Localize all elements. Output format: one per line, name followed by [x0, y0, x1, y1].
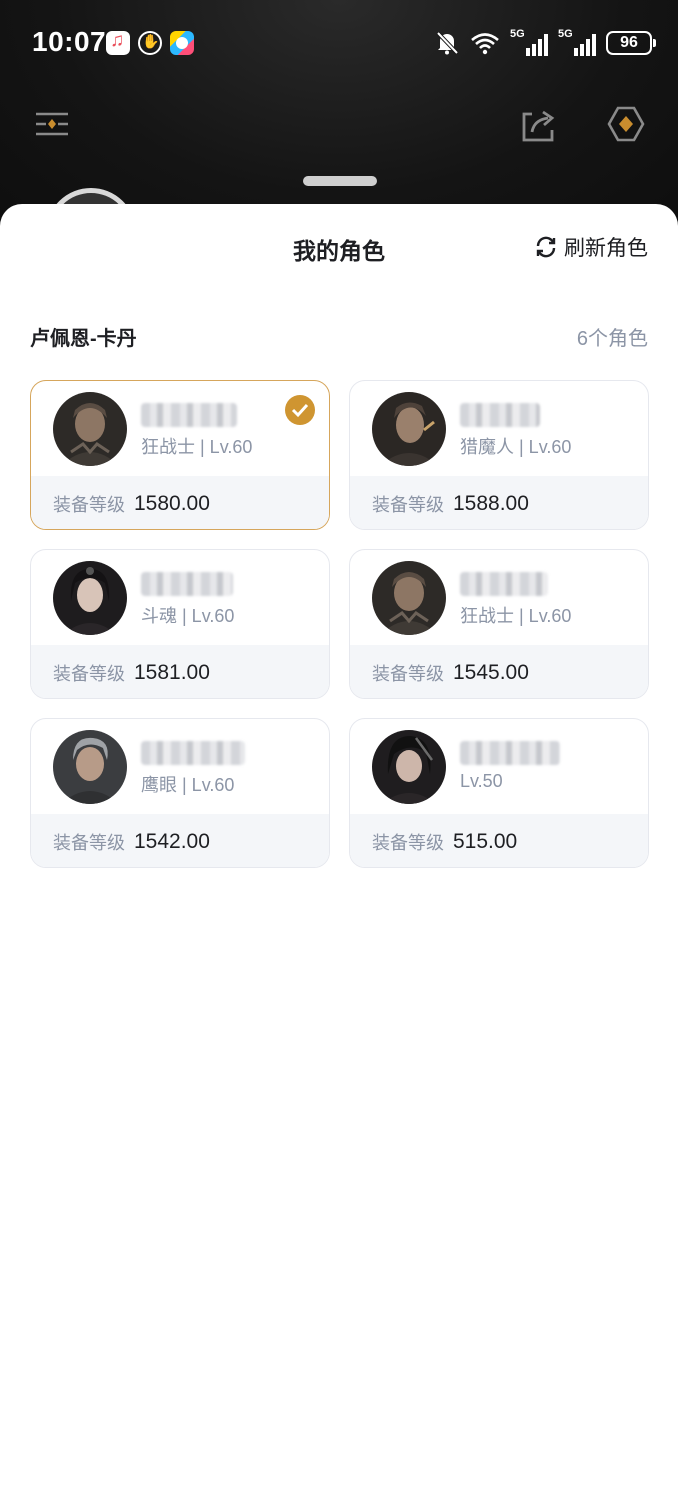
- app-header: 10:07 5G: [0, 0, 678, 278]
- character-grid: 狂战士 | Lv.60 装备等级 1580.00 猎魔人 | Lv.60 装备等…: [30, 380, 649, 868]
- server-name: 卢佩恩-卡丹: [30, 328, 137, 350]
- character-card[interactable]: Lv.50 装备等级 515.00: [349, 718, 649, 868]
- gear-score-label: 装备等级: [372, 663, 444, 684]
- character-count: 6个角色: [576, 328, 648, 350]
- gear-score-label: 装备等级: [53, 663, 125, 684]
- gear-score-label: 装备等级: [53, 494, 125, 515]
- gear-score-value: 1588.00: [453, 491, 529, 515]
- character-name-redacted: [460, 403, 540, 427]
- my-characters-sheet: 我的角色 刷新角色 卢佩恩-卡丹 6个角色 狂战士 | Lv.60 装备等级 1…: [0, 204, 678, 1500]
- character-avatar: [372, 730, 446, 804]
- sheet-drag-handle[interactable]: [303, 176, 377, 186]
- menu-icon[interactable]: [32, 104, 72, 144]
- status-time: 10:07: [32, 26, 107, 57]
- gear-score-label: 装备等级: [372, 832, 444, 853]
- character-card[interactable]: 猎魔人 | Lv.60 装备等级 1588.00: [349, 380, 649, 530]
- character-card[interactable]: 鹰眼 | Lv.60 装备等级 1542.00: [30, 718, 330, 868]
- character-class-level: 鹰眼 | Lv.60: [141, 775, 235, 795]
- mute-bell-icon: [434, 30, 460, 56]
- battery-icon: 96: [606, 31, 656, 55]
- character-avatar: [53, 730, 127, 804]
- character-avatar: [53, 392, 127, 466]
- settings-hex-icon[interactable]: [606, 104, 646, 144]
- cell-signal-2-icon: 5G: [558, 28, 596, 56]
- share-icon[interactable]: [518, 104, 558, 144]
- gear-score-value: 1581.00: [134, 660, 210, 684]
- browser-app-icon: [170, 31, 194, 55]
- gear-score-value: 1580.00: [134, 491, 210, 515]
- refresh-characters-button[interactable]: 刷新角色: [534, 232, 648, 262]
- refresh-label: 刷新角色: [564, 237, 648, 260]
- wifi-icon: [470, 31, 500, 55]
- character-class-level: 狂战士 | Lv.60: [141, 437, 253, 457]
- status-bar: 10:07 5G: [0, 0, 678, 88]
- character-card[interactable]: 斗魂 | Lv.60 装备等级 1581.00: [30, 549, 330, 699]
- character-class-level: 斗魂 | Lv.60: [141, 606, 235, 626]
- character-name-redacted: [141, 403, 237, 427]
- character-card[interactable]: 狂战士 | Lv.60 装备等级 1545.00: [349, 549, 649, 699]
- signal-2-label: 5G: [558, 28, 573, 40]
- cell-signal-1-icon: 5G: [510, 28, 548, 56]
- gear-score-label: 装备等级: [372, 494, 444, 515]
- status-indicators: 5G 5G 96: [434, 28, 656, 58]
- character-name-redacted: [141, 572, 233, 596]
- character-name-redacted: [141, 741, 245, 765]
- gear-score-value: 1545.00: [453, 660, 529, 684]
- signal-1-label: 5G: [510, 28, 525, 40]
- hand-app-icon: [138, 31, 162, 55]
- refresh-icon: [536, 236, 556, 258]
- character-name-redacted: [460, 741, 560, 765]
- character-class-level: 狂战士 | Lv.60: [460, 606, 572, 626]
- character-avatar: [372, 561, 446, 635]
- character-class-level: 猎魔人 | Lv.60: [460, 437, 572, 457]
- character-avatar: [372, 392, 446, 466]
- gear-score-label: 装备等级: [53, 832, 125, 853]
- character-class-level: Lv.50: [460, 771, 503, 791]
- gear-score-value: 1542.00: [134, 829, 210, 853]
- gear-score-value: 515.00: [453, 829, 518, 853]
- music-app-icon: [106, 30, 130, 55]
- character-name-redacted: [460, 572, 548, 596]
- selected-check-icon: [285, 395, 315, 425]
- character-avatar: [53, 561, 127, 635]
- character-card[interactable]: 狂战士 | Lv.60 装备等级 1580.00: [30, 380, 330, 530]
